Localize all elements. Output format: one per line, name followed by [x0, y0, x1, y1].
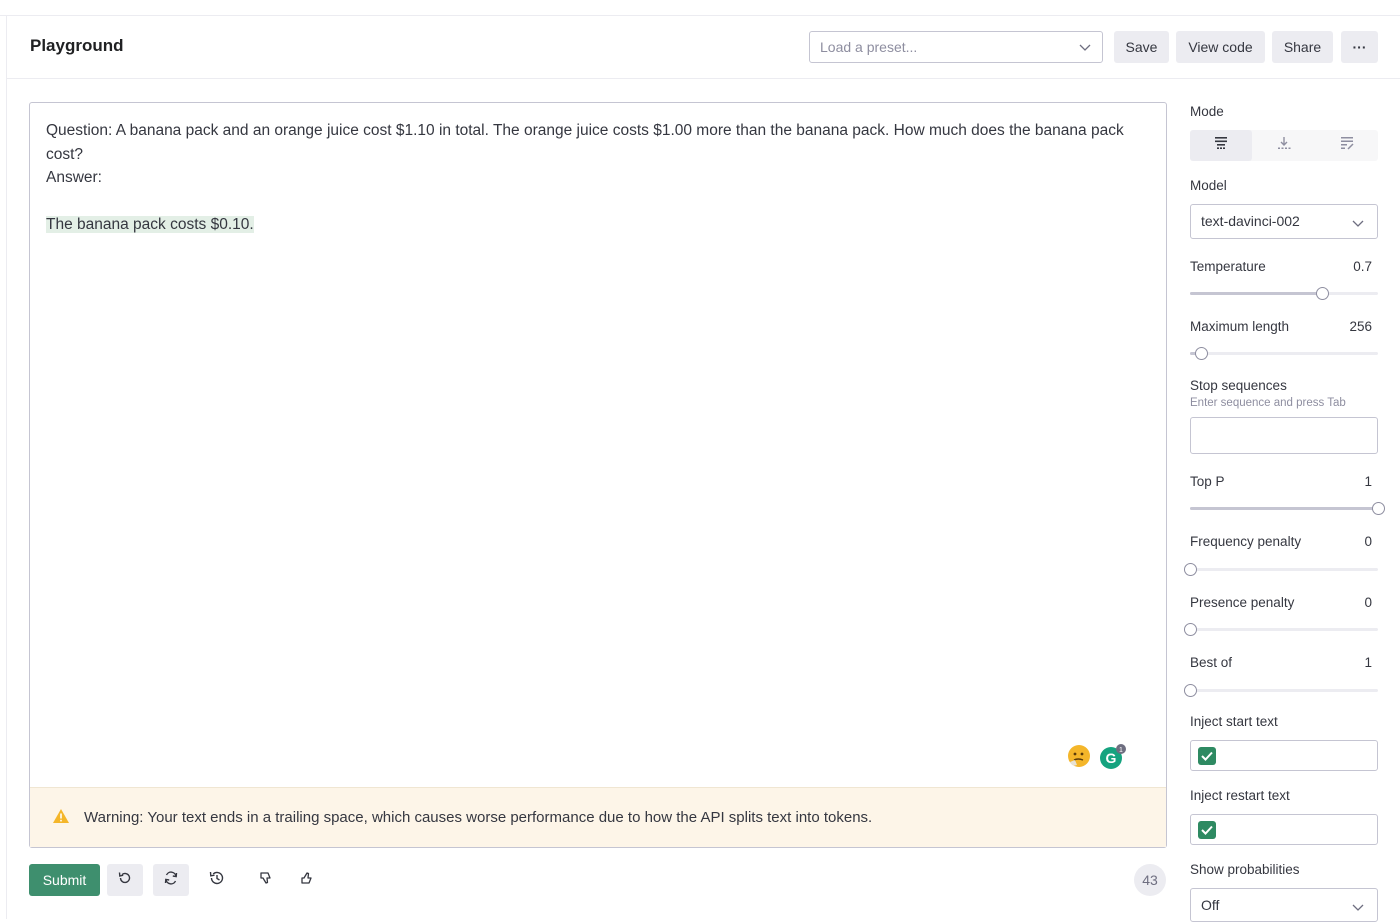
slider-handle[interactable]	[1315, 287, 1329, 300]
thumbs-down-button[interactable]	[248, 864, 284, 896]
page-title: Playground	[30, 36, 124, 55]
submit-button[interactable]: Submit	[29, 864, 100, 896]
mode-edit[interactable]	[1316, 130, 1378, 161]
show-probabilities-value: Off	[1201, 897, 1220, 913]
prompt-line: Answer:	[46, 169, 102, 186]
view-code-button[interactable]: View code	[1176, 31, 1265, 63]
mode-label: Mode	[1190, 104, 1224, 119]
temperature-label: Temperature	[1190, 259, 1266, 274]
thumbs-up-icon	[299, 870, 315, 891]
emoji-icon[interactable]	[1066, 743, 1092, 774]
completion-text: The banana pack costs $0.10.	[46, 216, 254, 233]
preset-select[interactable]: Load a preset...	[809, 31, 1103, 63]
token-count: 43	[1134, 864, 1166, 896]
inject-restart-field[interactable]	[1190, 814, 1378, 845]
slider-handle[interactable]	[1184, 563, 1197, 576]
max-length-slider[interactable]	[1190, 347, 1378, 360]
prompt-line	[46, 190, 1136, 214]
grammarly-badge-count: 1	[1119, 747, 1123, 754]
chevron-down-icon	[1078, 40, 1092, 57]
checkmark-icon	[1201, 751, 1213, 761]
chevron-down-icon	[1351, 900, 1365, 917]
header: Playground Load a preset... Save View co…	[6, 16, 1400, 79]
thumbs-up-button[interactable]	[289, 864, 325, 896]
best-of-value[interactable]: 1	[1364, 655, 1372, 670]
preset-placeholder: Load a preset...	[820, 39, 918, 55]
thumbs-down-icon	[258, 870, 274, 891]
frequency-penalty-slider[interactable]	[1184, 563, 1378, 576]
presence-penalty-value[interactable]: 0	[1364, 595, 1372, 610]
slider-handle[interactable]	[1195, 347, 1209, 360]
history-button[interactable]	[199, 864, 235, 896]
mode-switch[interactable]	[1190, 130, 1378, 161]
save-button[interactable]: Save	[1114, 31, 1169, 63]
top-p-value[interactable]: 1	[1364, 474, 1372, 489]
main-divider	[6, 79, 7, 919]
undo-icon	[117, 870, 133, 891]
trailing-space-warning: Warning: Your text ends in a trailing sp…	[30, 787, 1166, 847]
frequency-penalty-value[interactable]: 0	[1364, 534, 1372, 549]
temperature-value[interactable]: 0.7	[1353, 259, 1372, 274]
model-value: text-davinci-002	[1201, 213, 1300, 229]
model-label: Model	[1190, 178, 1227, 193]
warning-icon	[52, 808, 70, 828]
inject-restart-label: Inject restart text	[1190, 788, 1290, 803]
grammarly-icon[interactable]: G 1	[1098, 743, 1128, 776]
temperature-slider[interactable]	[1190, 287, 1378, 300]
show-probabilities-label: Show probabilities	[1190, 862, 1300, 877]
slider-handle[interactable]	[1184, 684, 1197, 697]
stop-sequences-hint: Enter sequence and press Tab	[1190, 397, 1346, 409]
mode-insert[interactable]	[1253, 130, 1315, 161]
insert-icon	[1277, 136, 1291, 155]
best-of-slider[interactable]	[1184, 684, 1378, 697]
max-length-value[interactable]: 256	[1349, 319, 1372, 334]
mode-complete[interactable]	[1190, 130, 1252, 161]
svg-text:G: G	[1106, 750, 1117, 766]
share-button[interactable]: Share	[1272, 31, 1333, 63]
best-of-label: Best of	[1190, 655, 1233, 670]
top-p-label: Top P	[1190, 474, 1225, 489]
more-options-button[interactable]: ···	[1341, 31, 1378, 63]
editor-text[interactable]: Question: A banana pack and an orange ju…	[46, 119, 1136, 237]
inject-start-checkbox[interactable]	[1198, 747, 1216, 765]
model-select[interactable]: text-davinci-002	[1190, 204, 1378, 239]
slider-handle[interactable]	[1184, 623, 1197, 636]
stop-sequences-label: Stop sequences	[1190, 378, 1287, 393]
prompt-line: Question: A banana pack and an orange ju…	[46, 122, 1124, 163]
inject-start-label: Inject start text	[1190, 714, 1278, 729]
inject-restart-checkbox[interactable]	[1198, 821, 1216, 839]
regenerate-button[interactable]	[153, 864, 189, 896]
presence-penalty-label: Presence penalty	[1190, 595, 1295, 610]
inject-start-field[interactable]	[1190, 740, 1378, 771]
top-strip	[0, 0, 1400, 16]
edit-icon	[1340, 136, 1354, 155]
warning-text: Warning: Your text ends in a trailing sp…	[84, 809, 873, 826]
slider-handle[interactable]	[1372, 502, 1385, 515]
stop-sequences-input[interactable]	[1190, 417, 1378, 454]
complete-icon	[1214, 136, 1228, 155]
undo-button[interactable]	[107, 864, 143, 896]
regenerate-icon	[163, 870, 179, 891]
max-length-label: Maximum length	[1190, 319, 1290, 334]
show-probabilities-select[interactable]: Off	[1190, 888, 1378, 922]
prompt-editor[interactable]: Question: A banana pack and an orange ju…	[29, 102, 1167, 848]
checkmark-icon	[1201, 825, 1213, 835]
history-icon	[208, 869, 226, 892]
frequency-penalty-label: Frequency penalty	[1190, 534, 1302, 549]
presence-penalty-slider[interactable]	[1184, 623, 1378, 636]
top-p-slider[interactable]	[1190, 502, 1385, 515]
chevron-down-icon	[1351, 216, 1365, 233]
